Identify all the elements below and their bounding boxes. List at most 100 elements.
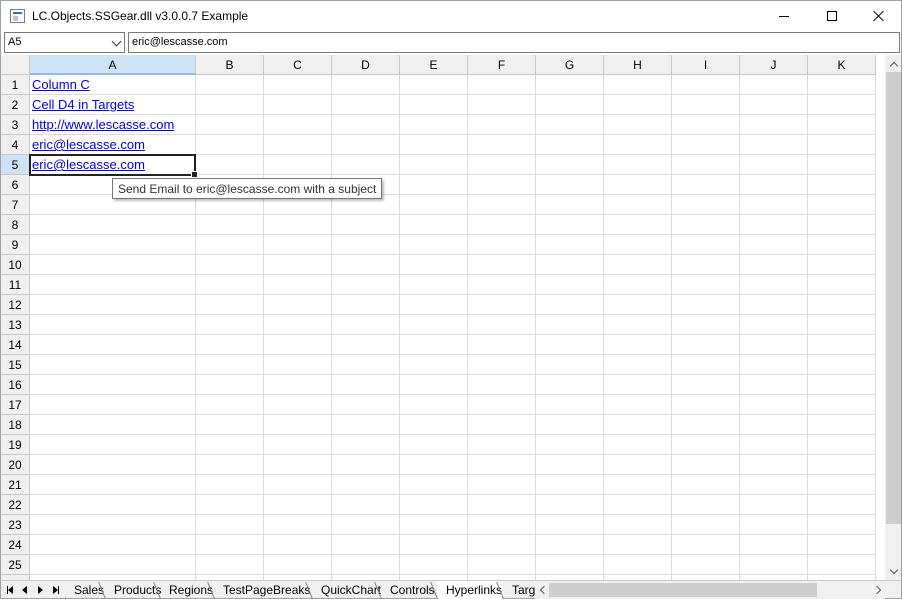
row-header-25[interactable]: 25 [1,555,30,575]
cell-i17[interactable] [672,395,740,415]
cell-g23[interactable] [536,515,604,535]
chevron-down-icon[interactable] [111,36,122,47]
cell-g7[interactable] [536,195,604,215]
cell-b20[interactable] [196,455,264,475]
cell-i14[interactable] [672,335,740,355]
cell-e15[interactable] [400,355,468,375]
cell-d20[interactable] [332,455,400,475]
cell-b22[interactable] [196,495,264,515]
cell-k10[interactable] [808,255,876,275]
cell-a21[interactable] [30,475,196,495]
vertical-scrollbar[interactable] [885,55,902,580]
cell-e18[interactable] [400,415,468,435]
row-header-14[interactable]: 14 [1,335,30,355]
cell-i1[interactable] [672,75,740,95]
cell-a17[interactable] [30,395,196,415]
cell-k1[interactable] [808,75,876,95]
cell-g18[interactable] [536,415,604,435]
cell-j18[interactable] [740,415,808,435]
cell-f4[interactable] [468,135,536,155]
cell-k25[interactable] [808,555,876,575]
hyperlink[interactable]: http://www.lescasse.com [32,117,174,132]
cell-h17[interactable] [604,395,672,415]
cell-j4[interactable] [740,135,808,155]
cell-k20[interactable] [808,455,876,475]
cell-a2[interactable]: Cell D4 in Targets [30,95,196,115]
cell-k8[interactable] [808,215,876,235]
row-header-9[interactable]: 9 [1,235,30,255]
cell-b11[interactable] [196,275,264,295]
vertical-scroll-thumb[interactable] [886,72,901,524]
cell-i9[interactable] [672,235,740,255]
cell-g16[interactable] [536,375,604,395]
row-header-5[interactable]: 5 [1,155,30,175]
cell-g5[interactable] [536,155,604,175]
cell-d10[interactable] [332,255,400,275]
cell-j12[interactable] [740,295,808,315]
cell-d16[interactable] [332,375,400,395]
cell-j13[interactable] [740,315,808,335]
cell-e1[interactable] [400,75,468,95]
cell-c11[interactable] [264,275,332,295]
cell-g14[interactable] [536,335,604,355]
row-header-18[interactable]: 18 [1,415,30,435]
last-sheet-button[interactable] [50,582,62,598]
cell-e4[interactable] [400,135,468,155]
cell-b9[interactable] [196,235,264,255]
cell-c8[interactable] [264,215,332,235]
cell-e23[interactable] [400,515,468,535]
cell-d2[interactable] [332,95,400,115]
cell-k19[interactable] [808,435,876,455]
cell-e19[interactable] [400,435,468,455]
cell-k5[interactable] [808,155,876,175]
cell-b21[interactable] [196,475,264,495]
cell-h24[interactable] [604,535,672,555]
cell-c15[interactable] [264,355,332,375]
cell-b12[interactable] [196,295,264,315]
cell-f14[interactable] [468,335,536,355]
cell-g24[interactable] [536,535,604,555]
cell-a16[interactable] [30,375,196,395]
row-header-1[interactable]: 1 [1,75,30,95]
cell-b16[interactable] [196,375,264,395]
cell-g25[interactable] [536,555,604,575]
cell-i6[interactable] [672,175,740,195]
cell-f23[interactable] [468,515,536,535]
cell-b2[interactable] [196,95,264,115]
cell-j8[interactable] [740,215,808,235]
cell-h25[interactable] [604,555,672,575]
row-header-13[interactable]: 13 [1,315,30,335]
cell-c24[interactable] [264,535,332,555]
row-header-21[interactable]: 21 [1,475,30,495]
cell-h19[interactable] [604,435,672,455]
cell-j17[interactable] [740,395,808,415]
next-sheet-button[interactable] [34,582,46,598]
cell-j2[interactable] [740,95,808,115]
row-header-2[interactable]: 2 [1,95,30,115]
horizontal-scrollbar[interactable] [535,581,885,599]
cell-c17[interactable] [264,395,332,415]
cell-i23[interactable] [672,515,740,535]
cell-c16[interactable] [264,375,332,395]
cell-e11[interactable] [400,275,468,295]
cell-d15[interactable] [332,355,400,375]
cell-g19[interactable] [536,435,604,455]
first-sheet-button[interactable] [4,582,16,598]
cell-a11[interactable] [30,275,196,295]
cell-f10[interactable] [468,255,536,275]
cell-i7[interactable] [672,195,740,215]
cell-b8[interactable] [196,215,264,235]
cell-b25[interactable] [196,555,264,575]
cell-g20[interactable] [536,455,604,475]
cell-c21[interactable] [264,475,332,495]
cell-b13[interactable] [196,315,264,335]
cell-f7[interactable] [468,195,536,215]
cell-f9[interactable] [468,235,536,255]
cell-c20[interactable] [264,455,332,475]
cell-e9[interactable] [400,235,468,255]
cell-g4[interactable] [536,135,604,155]
row-header-7[interactable]: 7 [1,195,30,215]
cell-e17[interactable] [400,395,468,415]
cell-b4[interactable] [196,135,264,155]
cell-g2[interactable] [536,95,604,115]
